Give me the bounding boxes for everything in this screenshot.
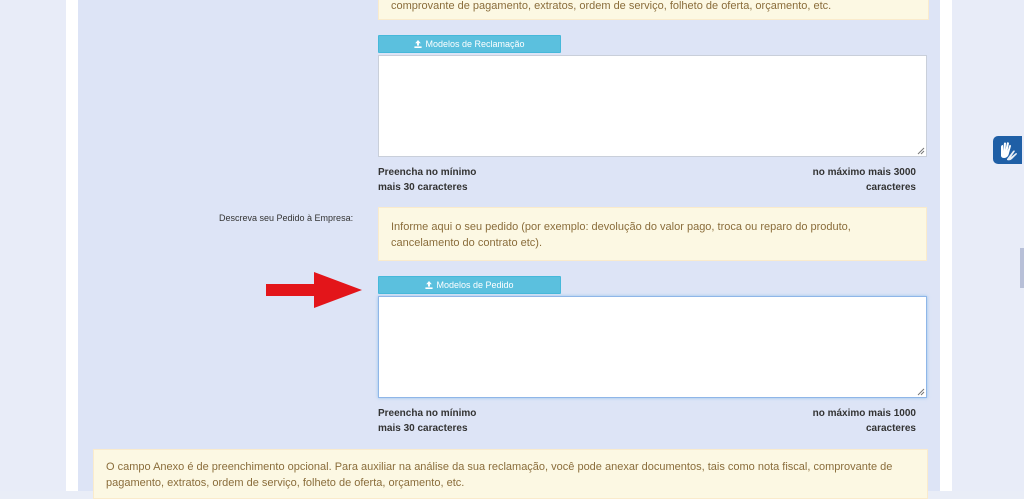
red-arrow-icon <box>266 272 362 308</box>
reclamacao-min-counter: Preencha no mínimo mais 30 caracteres <box>378 165 476 195</box>
pedido-hint-text: Informe aqui o seu pedido (por exemplo: … <box>391 221 851 249</box>
models-pedido-button[interactable]: Modelos de Pedido <box>378 276 561 294</box>
reclamacao-min-line2: mais 30 caracteres <box>378 182 468 193</box>
page-background-right <box>952 0 1024 491</box>
page-background-left <box>0 0 66 491</box>
resize-grip-icon[interactable] <box>917 147 925 155</box>
reclamacao-min-line1: Preencha no mínimo <box>378 167 477 178</box>
top-info-note: comprovante de pagamento, extratos, orde… <box>378 0 929 20</box>
reclamacao-max-counter: no máximo mais 3000 caracteres <box>716 165 916 195</box>
accessibility-button[interactable] <box>993 136 1022 164</box>
reclamacao-max-line1: no máximo mais 3000 <box>812 167 916 178</box>
upload-icon <box>414 40 423 48</box>
pedido-hint-note: Informe aqui o seu pedido (por exemplo: … <box>378 207 927 261</box>
models-pedido-label: Modelos de Pedido <box>436 280 514 290</box>
sign-language-hands-icon <box>1001 142 1017 161</box>
models-reclamacao-label: Modelos de Reclamação <box>425 39 525 49</box>
models-reclamacao-button[interactable]: Modelos de Reclamação <box>378 35 561 53</box>
anexo-info-note-text: O campo Anexo é de preenchimento opciona… <box>106 461 893 489</box>
pedido-field-label: Descreva seu Pedido à Empresa: <box>219 213 354 223</box>
anexo-info-note: O campo Anexo é de preenchimento opciona… <box>93 449 928 499</box>
resize-grip-icon[interactable] <box>917 388 925 396</box>
pedido-textarea[interactable] <box>378 296 927 398</box>
reclamacao-max-line2: caracteres <box>865 182 916 193</box>
pedido-max-counter: no máximo mais 1000 caracteres <box>716 406 916 436</box>
pedido-max-line2: caracteres <box>865 423 916 434</box>
pedido-min-line1: Preencha no mínimo <box>378 408 477 419</box>
reclamacao-textarea[interactable] <box>378 55 927 157</box>
top-info-note-text: comprovante de pagamento, extratos, orde… <box>391 0 832 12</box>
pedido-min-line2: mais 30 caracteres <box>378 423 468 434</box>
upload-icon <box>425 281 434 289</box>
pedido-min-counter: Preencha no mínimo mais 30 caracteres <box>378 406 476 436</box>
pedido-max-line1: no máximo mais 1000 <box>812 408 916 419</box>
scrollbar-edge[interactable] <box>1020 248 1024 288</box>
